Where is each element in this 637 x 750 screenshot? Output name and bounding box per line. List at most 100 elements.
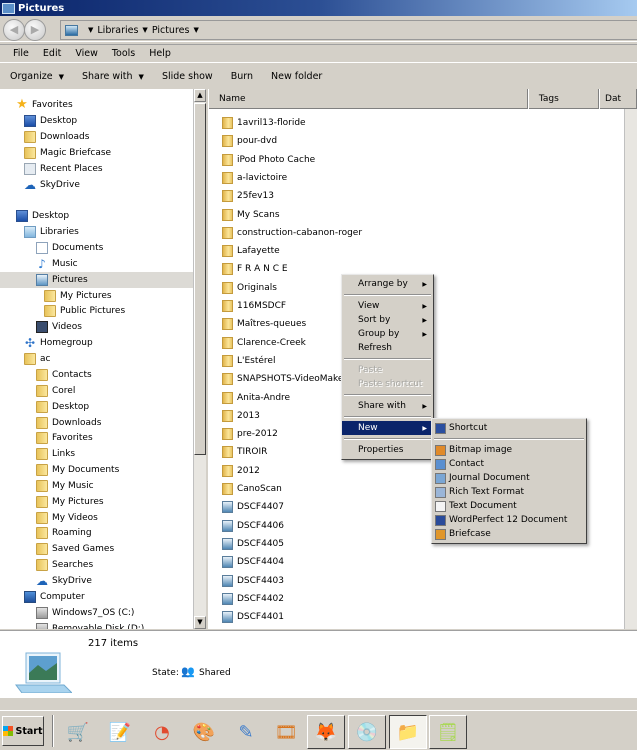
breadcrumb-separator-icon[interactable]: ▼ — [142, 26, 147, 34]
nav-item-computer[interactable]: Computer — [24, 589, 85, 605]
nav-item-desktop[interactable]: Desktop — [16, 208, 69, 224]
nav-item-my-videos[interactable]: My Videos — [36, 510, 98, 526]
nav-item-public-pictures[interactable]: Public Pictures — [44, 303, 125, 319]
folder-row[interactable]: pour-dvd28/ — [222, 132, 637, 150]
nav-item-links[interactable]: Links — [36, 446, 75, 462]
nav-item-desktop[interactable]: Desktop — [24, 113, 77, 129]
nav-item-windows7-os-c[interactable]: Windows7_OS (C:) — [36, 605, 134, 621]
burn-button[interactable]: Burn — [221, 71, 261, 82]
menu-item-arrange-by[interactable]: Arrange by ▶ — [342, 277, 433, 291]
slide-show-button[interactable]: Slide show — [152, 71, 221, 82]
paint-app-button[interactable]: 🎨 — [190, 718, 218, 746]
menu-item-share-with[interactable]: Share with ▶ — [342, 399, 433, 413]
share-with-button[interactable]: Share with ▼ — [72, 71, 152, 82]
menu-item-bitmap-image[interactable]: Bitmap image — [432, 443, 586, 457]
word-processor-app-button[interactable]: 📝 — [106, 718, 134, 746]
menu-item-sort-by[interactable]: Sort by ▶ — [342, 313, 433, 327]
address-bar[interactable]: ▼ Libraries ▼ Pictures ▼ — [60, 20, 637, 40]
nav-item-saved-games[interactable]: Saved Games — [36, 541, 114, 557]
scroll-up-arrow-icon[interactable]: ▲ — [194, 89, 206, 102]
column-header-date[interactable]: Dat — [599, 89, 637, 109]
windows-explorer-app-button[interactable]: 📁 — [389, 715, 427, 749]
nav-item-downloads[interactable]: Downloads — [36, 415, 101, 431]
nav-item-searches[interactable]: Searches — [36, 557, 93, 573]
nav-item-documents[interactable]: Documents — [36, 240, 103, 256]
nav-item-desktop[interactable]: Desktop — [36, 399, 89, 415]
menu-item-shortcut[interactable]: Shortcut — [432, 421, 586, 435]
menu-item-group-by[interactable]: Group by ▶ — [342, 327, 433, 341]
folder-row[interactable]: My Scans22/ — [222, 206, 637, 224]
file-row[interactable]: DSCF440223/ — [222, 590, 637, 608]
nav-item-music[interactable]: ♪ Music — [36, 256, 77, 272]
nav-item-favorites[interactable]: Favorites — [36, 430, 93, 446]
menu-item-properties[interactable]: Properties — [342, 443, 433, 457]
start-button[interactable]: Start — [2, 716, 44, 746]
menu-help[interactable]: Help — [142, 48, 178, 59]
shopping-cart-app-button[interactable]: 🛒 — [64, 718, 92, 746]
breadcrumb-libraries[interactable]: Libraries — [97, 25, 138, 36]
folder-row[interactable]: iPod Photo Cache25/ — [222, 151, 637, 169]
menu-item-rich-text-format[interactable]: Rich Text Format — [432, 485, 586, 499]
menu-edit[interactable]: Edit — [36, 48, 68, 59]
scrollbar-thumb[interactable] — [194, 103, 206, 455]
folder-row[interactable]: 25fev1325/ — [222, 187, 637, 205]
nav-item-skydrive[interactable]: ☁ SkyDrive — [36, 573, 92, 589]
menu-item-new[interactable]: New ▶ — [342, 421, 433, 435]
menu-item-briefcase[interactable]: Briefcase — [432, 527, 586, 541]
menu-tools[interactable]: Tools — [105, 48, 142, 59]
nav-item-roaming[interactable]: Roaming — [36, 525, 92, 541]
navigation-pane-scrollbar[interactable]: ▲ ▼ — [193, 89, 206, 629]
nav-item-corel[interactable]: Corel — [36, 383, 75, 399]
menu-view[interactable]: View — [68, 48, 105, 59]
nav-item-removable-disk-d[interactable]: Removable Disk (D:) — [36, 621, 144, 629]
pictures-library-thumbnail-icon — [15, 652, 72, 693]
nav-item-magic-briefcase[interactable]: Magic Briefcase — [24, 145, 111, 161]
firefox-app-button[interactable]: 🦊 — [307, 715, 345, 749]
photo-viewer-app-button[interactable]: ◔ — [148, 718, 176, 746]
breadcrumb-separator-icon[interactable]: ▼ — [88, 26, 93, 34]
nav-item-ac[interactable]: ac — [24, 351, 50, 367]
file-row[interactable]: DSCF440123/ — [222, 608, 637, 626]
folder-row[interactable]: Lafayette10/ — [222, 242, 637, 260]
menu-item-view[interactable]: View ▶ — [342, 299, 433, 313]
nav-item-label: ac — [40, 354, 51, 364]
menu-item-wordperfect-12-document[interactable]: WordPerfect 12 Document — [432, 513, 586, 527]
nav-item-homegroup[interactable]: ✣ Homegroup — [24, 335, 93, 351]
nav-item-my-documents[interactable]: My Documents — [36, 462, 119, 478]
sticky-notes-app-button[interactable]: 🗒 — [429, 715, 467, 749]
nav-item-contacts[interactable]: Contacts — [36, 367, 92, 383]
menu-item-text-document[interactable]: Text Document — [432, 499, 586, 513]
forward-button[interactable]: ▶ — [24, 18, 46, 41]
media-player-app-button[interactable]: 💿 — [348, 715, 386, 749]
drawing-app-button[interactable]: ✎ — [232, 718, 260, 746]
folder-row[interactable]: construction-cabanon-roger14/ — [222, 224, 637, 242]
breadcrumb-pictures[interactable]: Pictures — [152, 25, 190, 36]
nav-item-recent-places[interactable]: Recent Places — [24, 161, 103, 177]
breadcrumb-dropdown-icon[interactable]: ▼ — [193, 26, 198, 34]
menu-item-refresh[interactable]: Refresh — [342, 341, 433, 355]
menu-file[interactable]: File — [0, 48, 36, 59]
folder-row[interactable]: a-lavictoire18/ — [222, 169, 637, 187]
menu-item-journal-document[interactable]: Journal Document — [432, 471, 586, 485]
nav-item-downloads[interactable]: Downloads — [24, 129, 89, 145]
file-list-scrollbar[interactable] — [624, 109, 637, 629]
new-folder-button[interactable]: New folder — [261, 71, 330, 82]
nav-item-pictures[interactable]: Pictures — [36, 272, 88, 288]
nav-item-my-pictures[interactable]: My Pictures — [36, 494, 104, 510]
nav-item-videos[interactable]: Videos — [36, 319, 82, 335]
nav-item-my-music[interactable]: My Music — [36, 478, 94, 494]
file-row[interactable]: DSCF440423/ — [222, 553, 637, 571]
back-button[interactable]: ◀ — [3, 18, 25, 41]
organize-button[interactable]: Organize ▼ — [0, 71, 72, 82]
nav-item-skydrive[interactable]: ☁ SkyDrive — [24, 177, 80, 193]
scroll-down-arrow-icon[interactable]: ▼ — [194, 616, 206, 629]
nav-item-libraries[interactable]: Libraries — [24, 224, 79, 240]
column-header-tags[interactable]: Tags — [527, 89, 600, 109]
nav-item-favorites[interactable]: ★ Favorites — [16, 97, 72, 113]
folder-row[interactable]: 1avril13-floride01/ — [222, 114, 637, 132]
file-row[interactable]: DSCF440323/ — [222, 572, 637, 590]
nav-item-my-pictures[interactable]: My Pictures — [44, 288, 112, 304]
movie-maker-app-button[interactable]: 🎞 — [272, 718, 300, 746]
menu-item-contact[interactable]: Contact — [432, 457, 586, 471]
column-header-name[interactable]: Name — [208, 89, 528, 109]
